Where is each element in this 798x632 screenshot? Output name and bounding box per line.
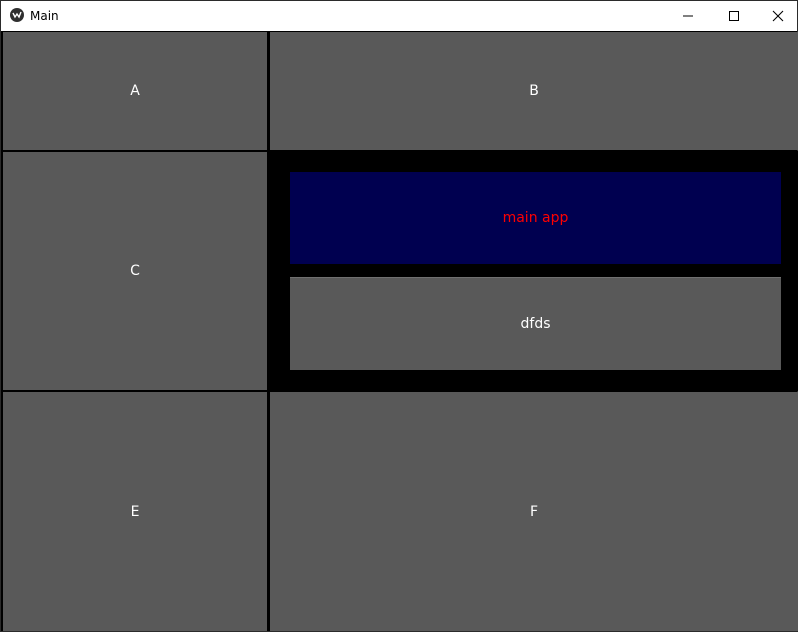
cell-e-button[interactable]: E (3, 392, 267, 631)
dfds-button[interactable]: dfds (290, 277, 781, 370)
close-icon (772, 10, 784, 22)
title-bar[interactable]: Main (1, 1, 797, 31)
dfds-button-label: dfds (520, 316, 551, 332)
minimize-button[interactable] (665, 1, 711, 31)
maximize-button[interactable] (711, 1, 757, 31)
cell-c-button[interactable]: C (3, 152, 267, 390)
cell-a-button[interactable]: A (3, 32, 267, 150)
cell-a-label: A (130, 83, 140, 99)
main-app-title-text: main app (502, 210, 569, 226)
close-button[interactable] (755, 1, 798, 31)
cell-f-button[interactable]: F (270, 392, 798, 631)
cell-b-label: B (529, 83, 539, 99)
window-title: Main (30, 9, 59, 23)
cell-f-label: F (529, 503, 539, 520)
maximize-icon (729, 11, 739, 21)
app-logo-icon (10, 8, 24, 22)
main-app-title: main app (290, 172, 781, 264)
app-window: Main A B C main app dfds E F (0, 0, 798, 632)
cell-c-label: C (130, 263, 140, 279)
cell-b-button[interactable]: B (270, 32, 798, 150)
minimize-icon (683, 15, 693, 17)
cell-e-label: E (130, 503, 140, 520)
